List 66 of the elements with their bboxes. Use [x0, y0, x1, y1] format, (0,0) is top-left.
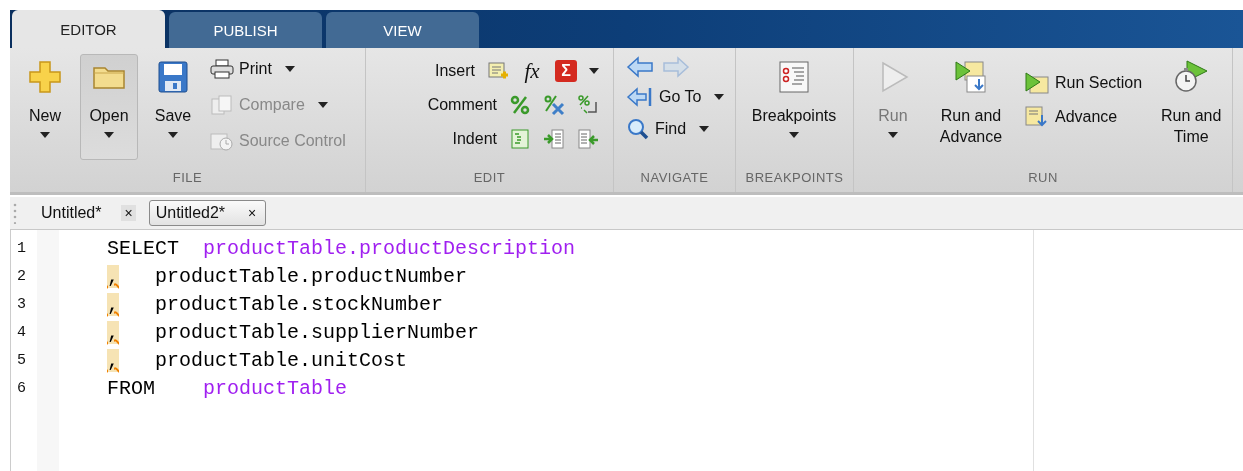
group-title: FILE: [171, 170, 204, 187]
group-title: NAVIGATE: [639, 170, 710, 187]
line-number: 5: [17, 351, 27, 371]
ribbon-tab[interactable]: EDITOR: [12, 10, 165, 48]
small-button[interactable]: Run Section: [1024, 68, 1143, 98]
left-arrow-icon[interactable]: [626, 56, 654, 78]
run-section-icon: [1024, 71, 1050, 95]
caret-icon[interactable]: [168, 132, 178, 138]
large-button[interactable]: New: [16, 54, 74, 160]
small-button[interactable]: Advance: [1024, 102, 1143, 132]
arrow-to-bar-icon: [626, 86, 654, 108]
caret-icon[interactable]: [40, 132, 50, 138]
code-line: FROM productTable: [107, 376, 349, 402]
decrease-indent-icon[interactable]: [577, 128, 599, 150]
row-label: Comment: [427, 96, 497, 114]
printer-icon: [210, 59, 234, 79]
large-button[interactable]: Open: [80, 54, 138, 160]
advance-icon: [1024, 105, 1050, 129]
group-title: RUN: [1027, 170, 1059, 187]
code-line: , productTable.unitCost: [107, 348, 409, 374]
caret-icon[interactable]: [714, 94, 725, 100]
plus-icon: [27, 59, 63, 95]
group-title: BREAKPOINTS: [744, 170, 845, 187]
small-button[interactable]: Find: [626, 114, 710, 144]
caret-icon[interactable]: [284, 66, 295, 72]
stopwatch-play-icon: [1173, 59, 1210, 95]
uncomment-icon[interactable]: [543, 94, 565, 116]
code-line: , productTable.supplierNumber: [107, 320, 481, 346]
code-line: SELECT productTable.productDescription: [107, 236, 576, 262]
small-button[interactable]: Go To: [626, 82, 725, 112]
line-number: 6: [17, 379, 27, 399]
line-number: 4: [17, 323, 27, 343]
increase-indent-icon[interactable]: [543, 128, 565, 150]
line-number: 2: [17, 267, 27, 287]
document-tab[interactable]: Untitled* ×: [34, 200, 143, 226]
documents-icon: [210, 95, 234, 115]
ribbon-tab[interactable]: VIEW: [326, 12, 479, 48]
small-button[interactable]: Print: [210, 54, 346, 84]
grip-icon[interactable]: [12, 202, 18, 224]
percent-icon[interactable]: [509, 94, 531, 116]
close-button[interactable]: ×: [121, 205, 136, 221]
function-button[interactable]: fx: [521, 58, 543, 84]
line-number: 1: [17, 239, 27, 259]
line-number: 3: [17, 295, 27, 315]
caret-icon[interactable]: [789, 132, 799, 138]
wrap-comment-icon[interactable]: [577, 94, 599, 116]
large-button[interactable]: Save: [144, 54, 202, 160]
sum-button[interactable]: Σ: [555, 60, 577, 82]
search-icon: [626, 118, 650, 140]
caret-icon[interactable]: [589, 68, 599, 74]
row-label: Insert: [435, 62, 475, 80]
large-button[interactable]: Breakpoints: [742, 54, 846, 160]
large-button[interactable]: Run and Advance: [932, 54, 1010, 160]
group-title: EDIT: [472, 170, 507, 187]
ribbon-tab[interactable]: PUBLISH: [169, 12, 322, 48]
caret-icon[interactable]: [699, 126, 710, 132]
document-tab[interactable]: Untitled2* ×: [148, 200, 267, 226]
code-line: , productTable.productNumber: [107, 264, 469, 290]
caret-icon[interactable]: [104, 132, 114, 138]
large-button[interactable]: Run and Time: [1152, 54, 1231, 160]
code-line: , productTable.stockNumber: [107, 292, 445, 318]
breakpoints-icon: [776, 59, 812, 95]
row-label: Indent: [452, 130, 497, 148]
run-advance-icon: [953, 59, 989, 95]
clock-document-icon: [210, 131, 234, 151]
close-button[interactable]: ×: [245, 205, 260, 221]
